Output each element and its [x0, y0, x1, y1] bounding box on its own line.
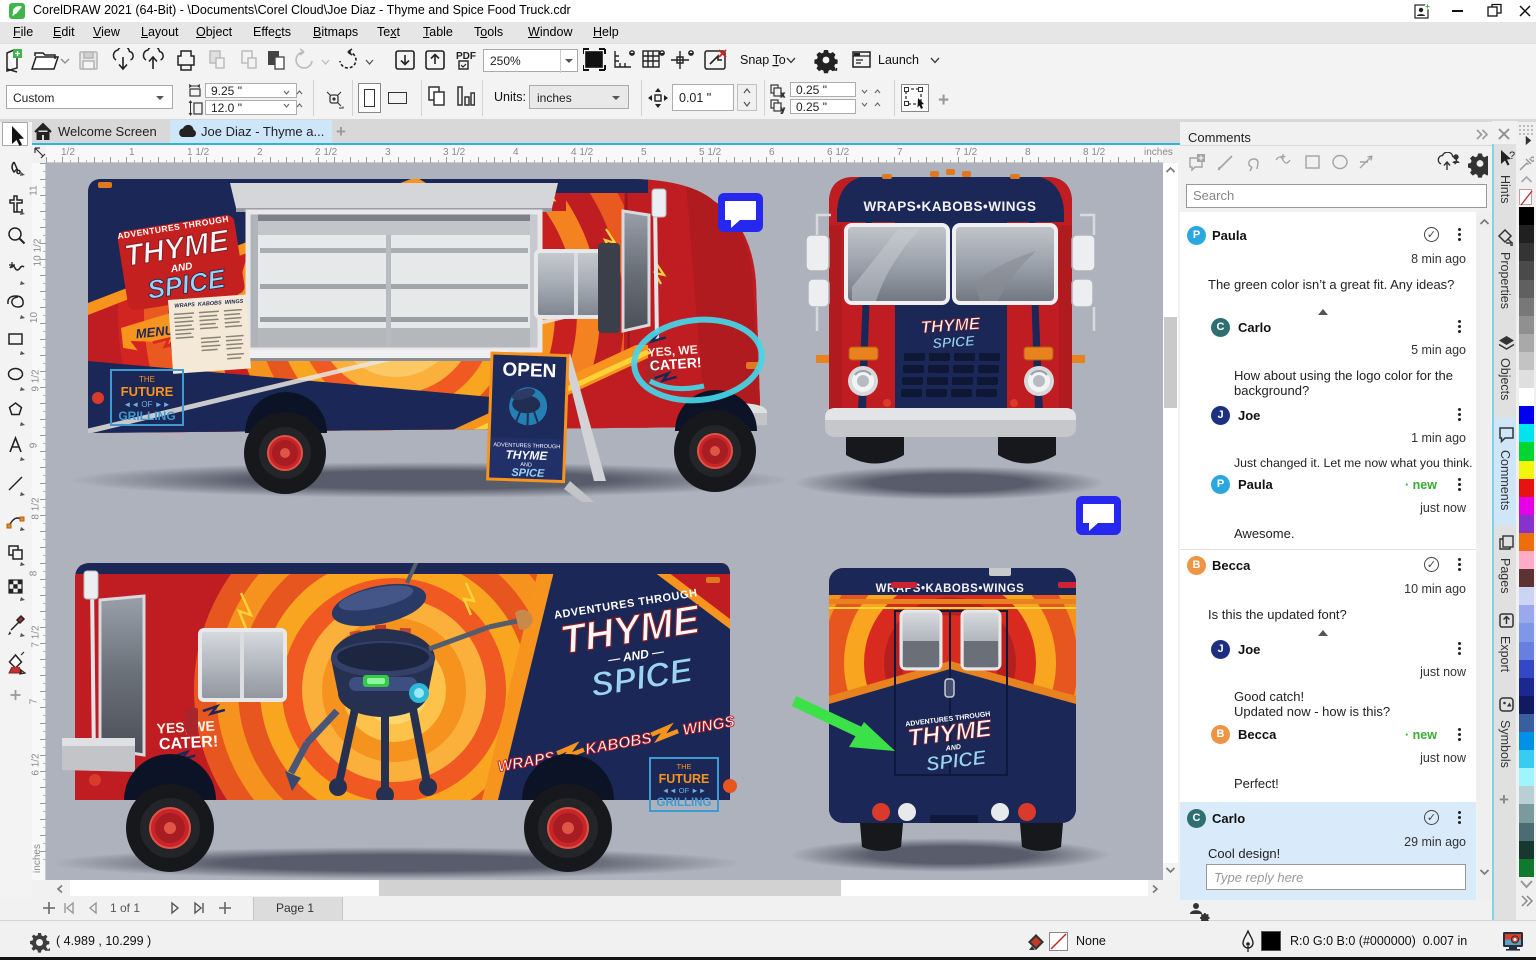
svg-text:SPICE: SPICE [511, 467, 545, 480]
svg-text:y: y [781, 107, 785, 114]
svg-text:OPEN: OPEN [502, 359, 557, 382]
svg-text:FUTURE: FUTURE [121, 384, 174, 399]
svg-text:◄◄ OF ►►: ◄◄ OF ►► [662, 786, 706, 795]
svg-text:THYME: THYME [505, 448, 548, 463]
svg-text:THE: THE [677, 762, 692, 771]
svg-text:Launch: Launch [878, 53, 919, 67]
svg-text:THE: THE [139, 375, 155, 384]
svg-text:GRILLING: GRILLING [118, 409, 175, 423]
svg-text:GRILLING: GRILLING [657, 797, 712, 809]
svg-text:Snap To: Snap To [740, 53, 786, 67]
svg-text:FUTURE: FUTURE [659, 772, 710, 786]
svg-text:◄◄ OF ►►: ◄◄ OF ►► [123, 400, 170, 409]
svg-text:?: ? [1509, 150, 1515, 162]
svg-text:WRAPS•KABOBS•WINGS: WRAPS•KABOBS•WINGS [864, 199, 1037, 214]
svg-text:x: x [781, 92, 785, 99]
svg-text:SPICE: SPICE [932, 332, 976, 351]
